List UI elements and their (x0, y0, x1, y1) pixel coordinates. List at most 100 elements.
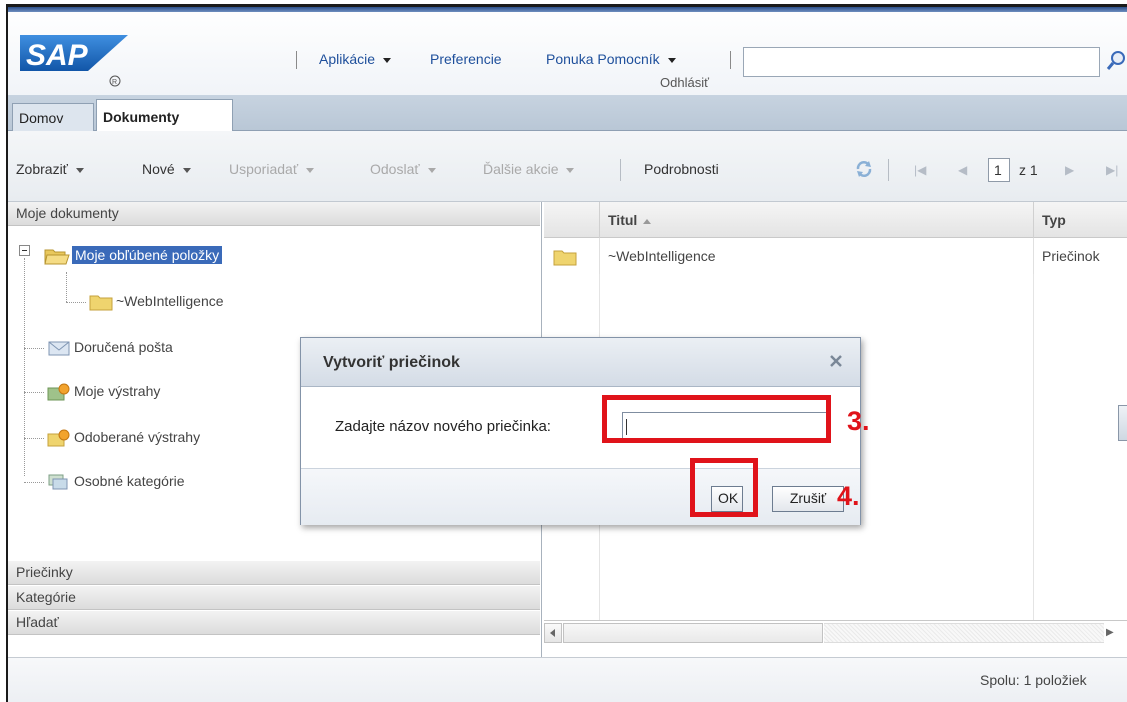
tree-connector (24, 348, 44, 349)
odoslat-label: Odoslať (370, 161, 420, 177)
dialog-title: Vytvoriť priečinok (323, 354, 460, 371)
highlight-ok-button (690, 458, 758, 517)
cancel-button[interactable]: Zrušiť (772, 486, 844, 512)
tab-bar: Domov Dokumenty (8, 95, 1127, 132)
row-typ: Priečinok (1042, 248, 1100, 264)
step-4-marker: 4. (837, 481, 860, 511)
app-window: SAP R Aplikácie Preferencie Ponuka Pomoc… (6, 4, 1127, 702)
refresh-icon[interactable] (854, 159, 874, 179)
tree-item-alerts[interactable]: Moje výstrahy (46, 383, 160, 407)
svg-text:SAP: SAP (26, 39, 89, 72)
page-number-input[interactable]: 1 (988, 158, 1010, 182)
folder-icon (544, 238, 600, 274)
podrobnosti-button[interactable]: Podrobnosti (644, 161, 719, 177)
chevron-down-icon (427, 167, 436, 173)
zobrazit-label: Zobraziť (16, 161, 68, 177)
prev-page-icon[interactable]: ◀ (958, 163, 967, 177)
toolbar-separator (620, 159, 621, 181)
usporiadat-menu[interactable]: Usporiadať (229, 161, 315, 177)
menu-preferencie[interactable]: Preferencie (430, 51, 502, 67)
row-titul: ~WebIntelligence (600, 238, 1034, 274)
nove-label: Nové (142, 161, 175, 177)
tree-item-label: Osobné kategórie (74, 473, 185, 489)
column-divider (1033, 238, 1034, 620)
scrollbar-track[interactable] (824, 623, 1104, 643)
menu-pomocnik[interactable]: Ponuka Pomocník (546, 51, 676, 67)
header-top-line (8, 7, 1127, 12)
tree-item-subscribed-alerts[interactable]: Odoberané výstrahy (46, 429, 200, 453)
scroll-left-button[interactable] (544, 623, 562, 643)
accordion-hladat[interactable]: Hľadať (8, 611, 540, 635)
menu-aplikacie[interactable]: Aplikácie (319, 51, 392, 67)
zobrazit-menu[interactable]: Zobraziť (16, 161, 84, 177)
inbox-icon (46, 339, 72, 357)
tree-item-webintelligence[interactable]: ~WebIntelligence (88, 293, 224, 317)
toolbar-separator (888, 159, 889, 181)
sap-logo: SAP R (20, 35, 128, 87)
toolbar: Zobraziť Nové Usporiadať Odoslať Ďalšie … (8, 131, 1127, 202)
usporiadat-label: Usporiadať (229, 161, 299, 177)
step-3-marker: 3. (847, 406, 870, 436)
chevron-down-icon (306, 167, 315, 173)
chevron-down-icon (667, 57, 676, 63)
categories-icon (46, 473, 72, 491)
column-icon-header[interactable] (544, 202, 600, 238)
svg-text:R: R (112, 79, 117, 86)
horizontal-scrollbar[interactable]: ▶ (544, 620, 1127, 644)
chevron-down-icon (182, 167, 191, 173)
chevron-down-icon (566, 167, 575, 173)
table-row[interactable]: ~WebIntelligence Priečinok (544, 238, 1127, 274)
tree-connector (66, 272, 67, 302)
folder-name-label: Zadajte názov nového priečinka: (335, 418, 551, 435)
tree-item-label: ~WebIntelligence (116, 293, 224, 309)
open-folder-icon (44, 247, 70, 265)
next-page-icon[interactable]: ▶ (1065, 163, 1074, 177)
dialog-footer: OK Zrušiť (301, 468, 860, 525)
column-typ-header[interactable]: Typ (1034, 202, 1127, 238)
header-separator (296, 51, 297, 69)
scrollbar-thumb[interactable] (563, 623, 823, 643)
alert-icon (46, 429, 72, 447)
tree-item-label: Moje výstrahy (74, 383, 161, 399)
tab-dokumenty[interactable]: Dokumenty (96, 99, 233, 132)
item-count: Spolu: 1 položiek (980, 672, 1087, 688)
chevron-down-icon (75, 167, 84, 173)
status-bar: Spolu: 1 položiek (8, 657, 1127, 702)
dalsie-akcie-menu[interactable]: Ďalšie akcie (483, 161, 575, 177)
grid-header: Titul Typ (544, 202, 1127, 238)
tree-item-personal-categories[interactable]: Osobné kategórie (46, 473, 185, 497)
nove-menu[interactable]: Nové (142, 161, 191, 177)
collapse-icon[interactable] (19, 245, 30, 256)
menu-pomocnik-label: Ponuka Pomocník (546, 51, 660, 67)
dialog-title-bar[interactable]: Vytvoriť priečinok (301, 338, 860, 387)
dalsie-akcie-label: Ďalšie akcie (483, 161, 559, 177)
tree-connector (24, 482, 44, 483)
accordion-priecinky[interactable]: Priečinky (8, 561, 540, 585)
search-input[interactable] (743, 47, 1100, 77)
search-icon[interactable] (1106, 49, 1126, 73)
tab-domov[interactable]: Domov (12, 103, 94, 131)
panel-expand-handle[interactable] (1118, 405, 1127, 441)
accordion-moje-dokumenty[interactable]: Moje dokumenty (8, 202, 540, 226)
page-of-label: z 1 (1019, 162, 1038, 178)
accordion-kategorie[interactable]: Kategórie (8, 586, 540, 610)
column-titul-label: Titul (608, 212, 638, 228)
folder-icon (88, 293, 114, 311)
column-titul-header[interactable]: Titul (600, 202, 1034, 238)
tree-item-inbox[interactable]: Doručená pošta (46, 339, 173, 363)
menu-aplikacie-label: Aplikácie (319, 51, 376, 67)
scroll-right-icon[interactable]: ▶ (1106, 627, 1114, 638)
close-icon[interactable] (827, 352, 845, 370)
tree-item-label: Doručená pošta (74, 339, 173, 355)
logout-link[interactable]: Odhlásiť (660, 75, 709, 90)
last-page-icon[interactable]: ▶| (1106, 163, 1118, 177)
highlight-folder-name-input (602, 395, 831, 443)
tree-connector (66, 302, 86, 303)
tree-connector (24, 392, 44, 393)
tree-item-favorites[interactable]: Moje obľúbené položky (44, 246, 223, 271)
tree-item-label: Odoberané výstrahy (74, 429, 201, 445)
tree-connector (24, 258, 25, 476)
tree-item-label: Moje obľúbené položky (72, 246, 223, 264)
odoslat-menu[interactable]: Odoslať (370, 161, 436, 177)
first-page-icon[interactable]: |◀ (914, 163, 926, 177)
